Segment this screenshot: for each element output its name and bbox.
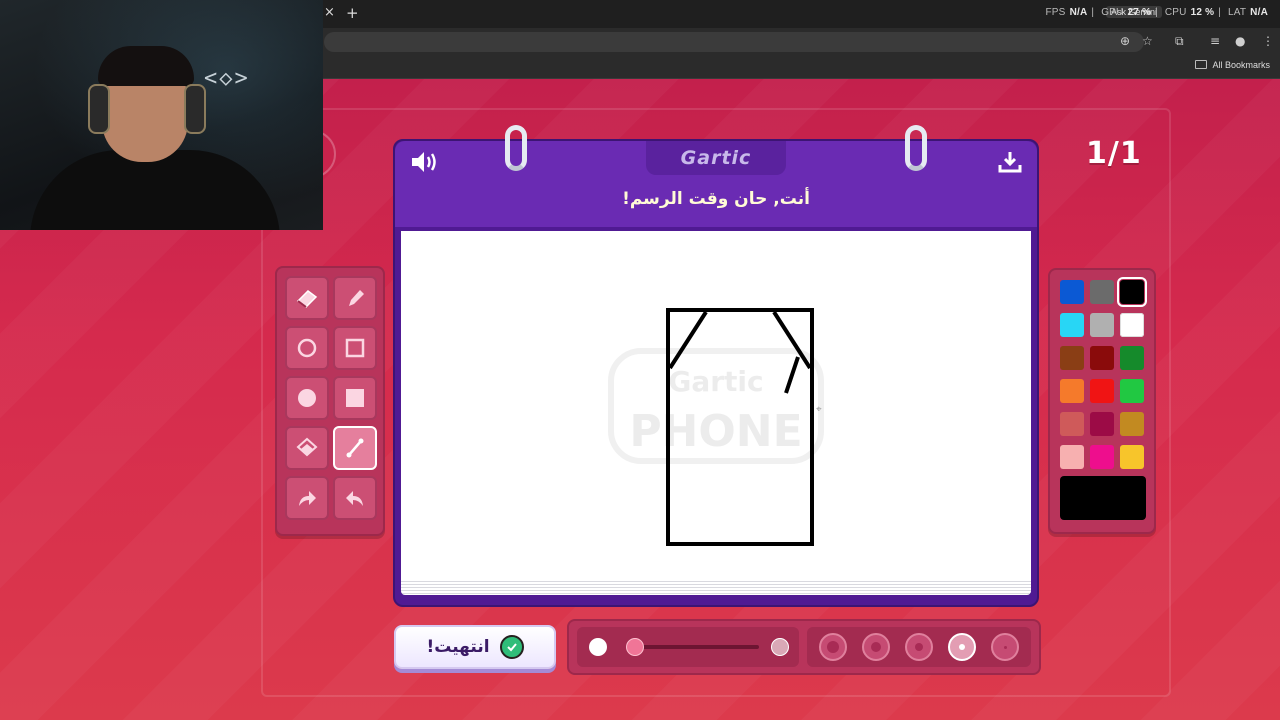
prompt-headline: أنت, حان وقت الرسم! xyxy=(622,189,810,209)
circle-outline-icon xyxy=(297,338,317,358)
square-outline-icon xyxy=(345,338,365,358)
brush-controls xyxy=(567,619,1041,675)
opacity-max-dot xyxy=(771,638,789,656)
color-swatch[interactable] xyxy=(1117,277,1147,307)
user-drawing xyxy=(666,308,814,546)
circle-filled-icon xyxy=(298,389,316,407)
color-swatch[interactable] xyxy=(1060,379,1084,403)
current-color-preview xyxy=(1060,476,1146,520)
color-swatch[interactable] xyxy=(1120,412,1144,436)
brush-size-option[interactable] xyxy=(948,633,976,661)
eraser-icon xyxy=(296,290,318,308)
color-swatch[interactable] xyxy=(1060,445,1084,469)
brand-tab: Gartic xyxy=(646,141,786,175)
bucket-icon xyxy=(296,437,318,457)
brush-size-option[interactable] xyxy=(991,633,1019,661)
zoom-icon[interactable]: ⊕ xyxy=(1120,34,1130,48)
color-swatch[interactable] xyxy=(1060,346,1084,370)
round-counter: 1/1 xyxy=(1086,136,1142,171)
wall-logo-icon: <◇> xyxy=(204,66,250,91)
opacity-preview-dot xyxy=(589,638,607,656)
tool-eraser[interactable] xyxy=(285,276,329,320)
brush-size-option[interactable] xyxy=(905,633,933,661)
brush-size-panel xyxy=(807,627,1031,667)
brand-logo: Gartic xyxy=(680,147,752,169)
media-icon[interactable]: ≡ xyxy=(1210,34,1220,48)
streamer-hair xyxy=(98,46,194,86)
tool-panel xyxy=(275,266,385,536)
redo-icon xyxy=(299,491,316,506)
sketchbook: Gartic أنت, حان وقت الرسم! Gartic PHONE … xyxy=(393,125,1039,607)
webcam-overlay: <◇> xyxy=(0,0,323,230)
color-swatch[interactable] xyxy=(1120,313,1144,337)
color-swatch[interactable] xyxy=(1090,280,1114,304)
profile-avatar[interactable]: ● xyxy=(1235,34,1245,48)
brush-size-dot xyxy=(1003,645,1007,649)
line-icon xyxy=(346,438,364,458)
bookmark-star-icon[interactable]: ☆ xyxy=(1142,34,1153,48)
folder-icon xyxy=(1195,60,1208,69)
tool-undo[interactable] xyxy=(333,476,377,520)
brush-size-dot xyxy=(827,641,839,653)
all-bookmarks-button[interactable]: All Bookmarks xyxy=(1195,60,1270,70)
color-swatch[interactable] xyxy=(1120,346,1144,370)
binder-ring-right xyxy=(905,125,927,171)
drawing-canvas[interactable]: Gartic PHONE ⌖ xyxy=(401,231,1031,579)
brush-size-dot xyxy=(915,643,923,651)
tool-pencil[interactable] xyxy=(333,276,377,320)
color-palette xyxy=(1048,268,1156,534)
headphone-right xyxy=(184,84,206,134)
brush-size-option[interactable] xyxy=(862,633,890,661)
done-label: انتهيت! xyxy=(426,637,490,657)
color-swatch[interactable] xyxy=(1090,445,1114,469)
pencil-icon xyxy=(349,290,364,306)
address-bar[interactable] xyxy=(324,32,1144,52)
new-tab-button[interactable]: + xyxy=(346,4,359,22)
tool-rectangle-outline[interactable] xyxy=(333,326,377,370)
color-swatch[interactable] xyxy=(1090,412,1114,436)
download-icon[interactable] xyxy=(997,149,1023,175)
color-swatch[interactable] xyxy=(1060,412,1084,436)
tool-rectangle-filled[interactable] xyxy=(333,376,377,420)
sketchbook-header: Gartic أنت, حان وقت الرسم! xyxy=(395,141,1037,227)
sound-icon[interactable] xyxy=(409,149,439,175)
tab-close-button[interactable]: × xyxy=(324,5,335,20)
brush-size-dot xyxy=(871,642,881,652)
performance-overlay: FPS N/A | GPU 27 % | CPU 12 % | LAT N/A xyxy=(1045,7,1268,18)
extensions-icon[interactable]: ⧉ xyxy=(1175,34,1184,49)
color-swatch[interactable] xyxy=(1090,379,1114,403)
opacity-slider-panel xyxy=(577,627,799,667)
color-swatch[interactable] xyxy=(1090,313,1114,337)
check-icon xyxy=(499,635,524,659)
browser-menu-icon[interactable]: ⋮ xyxy=(1262,34,1274,48)
headphone-left xyxy=(88,84,110,134)
brush-size-option[interactable] xyxy=(819,633,847,661)
opacity-slider-track[interactable] xyxy=(627,645,759,649)
color-swatch[interactable] xyxy=(1120,445,1144,469)
color-swatch[interactable] xyxy=(1060,313,1084,337)
opacity-slider-handle[interactable] xyxy=(625,638,644,656)
done-button[interactable]: انتهيت! xyxy=(394,625,556,669)
tool-ellipse-outline[interactable] xyxy=(285,326,329,370)
brush-size-dot xyxy=(959,644,965,650)
color-swatch[interactable] xyxy=(1120,379,1144,403)
paper-stack-edge xyxy=(401,579,1031,595)
color-swatch[interactable] xyxy=(1090,346,1114,370)
color-swatch[interactable] xyxy=(1060,280,1084,304)
crosshair-cursor: ⌖ xyxy=(816,404,822,415)
tool-line[interactable] xyxy=(333,426,377,470)
square-filled-icon xyxy=(346,389,364,407)
binder-ring-left xyxy=(505,125,527,171)
tool-fill[interactable] xyxy=(285,426,329,470)
tool-redo[interactable] xyxy=(285,476,329,520)
tool-ellipse-filled[interactable] xyxy=(285,376,329,420)
undo-icon xyxy=(346,491,363,506)
